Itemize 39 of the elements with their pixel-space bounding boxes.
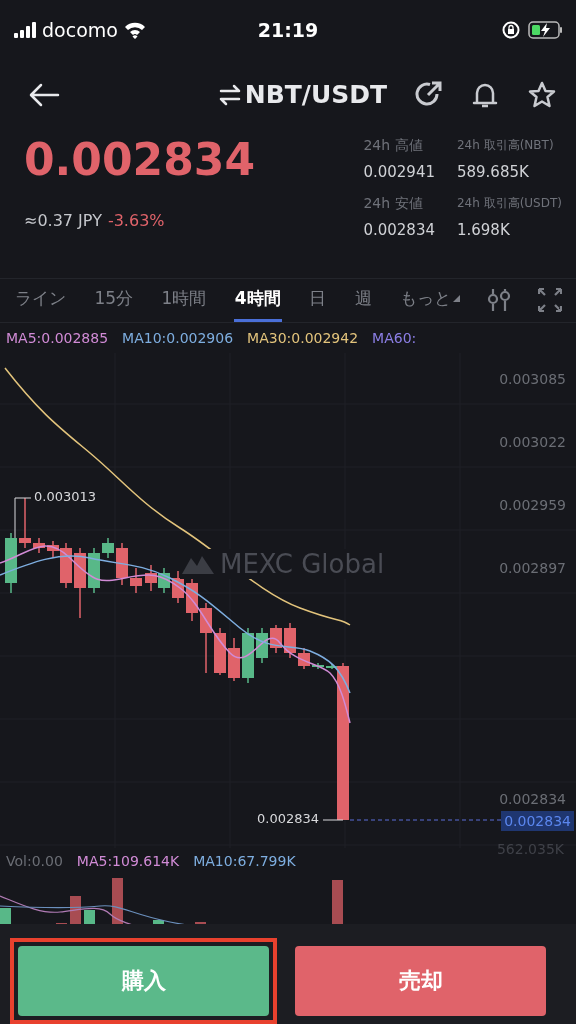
interval-tab[interactable]: 4時間 [233, 278, 282, 322]
carrier-name: docomo [42, 18, 118, 41]
interval-tab[interactable]: 15分 [93, 278, 135, 322]
ma-legend: MA10:0.002906 [122, 329, 234, 346]
stat-value: 1.698K [456, 219, 511, 241]
price-axis-label: 0.002834 [499, 790, 566, 807]
interval-tab[interactable]: もっと [399, 278, 462, 322]
last-price: 0.002834 [24, 133, 256, 185]
interval-tab[interactable]: 週 [353, 278, 373, 322]
pair-title: NBT/USDT [244, 80, 387, 110]
low-price-label: 0.002834 [257, 810, 320, 826]
stat-value: 589.685K [456, 161, 530, 183]
price-axis-label: 0.003022 [499, 433, 566, 450]
watermark-text: MEXC Global [220, 548, 385, 579]
price-axis-label: 0.002897 [499, 559, 566, 576]
price-axis-label: 0.003085 [499, 370, 566, 387]
price-axis-label: 0.002959 [499, 496, 566, 513]
ma-legend: MA60: [372, 329, 417, 346]
stat-label: 24h 高値 [363, 135, 424, 155]
volume-legend: Vol:0.00 [6, 852, 63, 869]
volume-legend: MA5:109.614K [76, 852, 180, 869]
interval-tab[interactable]: 1時間 [160, 278, 208, 322]
stat-value: 0.002941 [363, 161, 435, 183]
fiat-price: ≈0.37 JPY [24, 210, 102, 230]
stat-label: 24h 安値 [363, 193, 424, 213]
ma-legend: MA30:0.002942 [247, 329, 359, 346]
last-price-tag: 0.002834 [501, 810, 574, 831]
ma-legend: MA5:0.002885 [6, 329, 109, 346]
clock-time: 21:19 [257, 18, 319, 41]
interval-tab[interactable]: 日 [308, 278, 328, 322]
price-change: -3.63% [107, 210, 165, 230]
stat-label: 24h 取引高(USDT) [456, 195, 562, 213]
buy-button[interactable]: 購入 [18, 946, 269, 1016]
high-price-label: 0.003013 [34, 488, 97, 504]
stat-label: 24h 取引高(NBT) [456, 137, 555, 155]
volume-legend: MA10:67.799K [193, 852, 296, 869]
sell-button[interactable]: 売却 [295, 946, 546, 1016]
stat-value: 0.002834 [363, 219, 435, 241]
interval-tab[interactable]: ライン [14, 278, 67, 322]
